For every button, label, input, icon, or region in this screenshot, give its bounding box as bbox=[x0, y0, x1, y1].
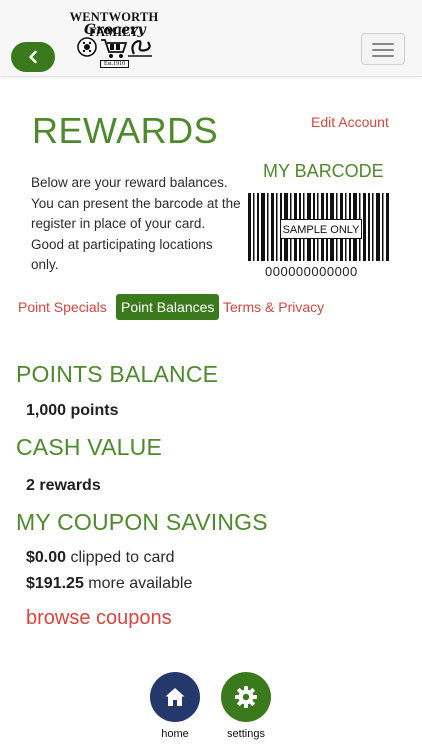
home-icon bbox=[165, 688, 185, 706]
clipped-to-card-row: $0.00 clipped to card bbox=[26, 549, 175, 567]
hamburger-menu-icon bbox=[372, 55, 394, 57]
more-available-row: $191.25 more available bbox=[26, 575, 192, 593]
hamburger-menu-icon bbox=[372, 43, 394, 45]
nav-settings-label: settings bbox=[227, 728, 265, 740]
cash-value-value: 2 rewards bbox=[26, 477, 101, 495]
nav-home-label: home bbox=[161, 728, 189, 740]
points-balance-heading: POINTS BALANCE bbox=[16, 361, 219, 387]
back-button[interactable] bbox=[11, 42, 55, 72]
available-amount: $191.25 bbox=[26, 575, 84, 592]
hamburger-menu-button[interactable] bbox=[361, 33, 405, 65]
cash-value-heading: CASH VALUE bbox=[16, 434, 163, 460]
store-logo[interactable]: WENTWORTH FAMILY Grocery Est.1910 bbox=[62, 8, 166, 72]
available-text: more available bbox=[88, 575, 193, 592]
rewards-intro-text: Below are your reward balances. You can … bbox=[31, 175, 241, 272]
logo-graphic bbox=[77, 37, 152, 58]
app-header: WENTWORTH FAMILY Grocery Est.1910 bbox=[0, 0, 422, 77]
tab-terms-privacy[interactable]: Terms & Privacy bbox=[223, 294, 324, 320]
tab-point-specials[interactable]: Point Specials bbox=[18, 294, 107, 320]
clipped-amount: $0.00 bbox=[26, 549, 67, 566]
nav-home[interactable]: home bbox=[145, 672, 205, 740]
chevron-left-icon bbox=[29, 50, 37, 64]
hamburger-menu-icon bbox=[372, 49, 394, 51]
bottom-nav: home settings bbox=[0, 672, 422, 750]
browse-coupons-link[interactable]: browse coupons bbox=[26, 607, 172, 630]
logo-est-badge: Est.1910 bbox=[100, 60, 130, 68]
clipped-text: clipped to card bbox=[70, 549, 175, 566]
tab-point-balances[interactable]: Point Balances bbox=[116, 294, 220, 320]
gear-icon bbox=[235, 686, 257, 708]
barcode-number: 000000000000 bbox=[265, 264, 358, 279]
cash-value-amount: 2 rewards bbox=[26, 477, 101, 494]
points-balance-value: 1,000 points bbox=[26, 402, 118, 420]
home-button[interactable] bbox=[150, 672, 200, 722]
settings-button[interactable] bbox=[221, 672, 271, 722]
coupon-savings-heading: MY COUPON SAVINGS bbox=[16, 509, 268, 535]
barcode-title: MY BARCODE bbox=[263, 161, 384, 181]
points-balance-amount: 1,000 points bbox=[26, 402, 119, 419]
nav-settings[interactable]: settings bbox=[216, 672, 276, 740]
page-title: REWARDS bbox=[32, 110, 219, 151]
edit-account-link[interactable]: Edit Account bbox=[311, 114, 389, 130]
barcode-sample-label: SAMPLE ONLY bbox=[280, 219, 362, 239]
